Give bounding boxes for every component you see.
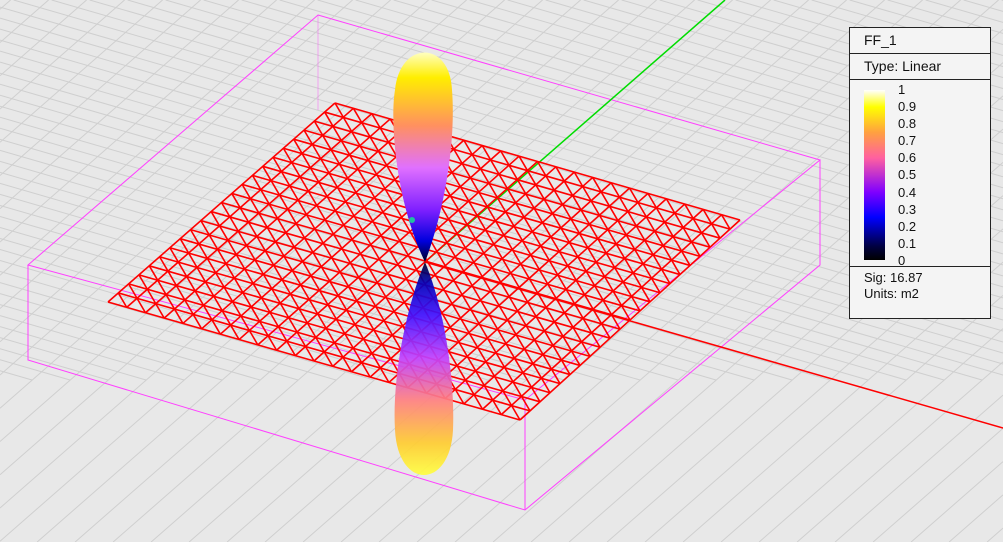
legend-tick: 1 <box>898 82 906 97</box>
grid-line <box>0 0 87 77</box>
lower-lobe <box>394 262 454 475</box>
legend-tick: 0.9 <box>898 99 917 115</box>
legend-tick: 0.6 <box>898 150 917 166</box>
legend-scale: 1 0.9 0.8 0.7 0.6 0.5 0.4 0.3 0.2 0.1 0 <box>850 80 990 269</box>
grid-line <box>0 370 33 381</box>
legend-title: FF_1 <box>850 28 990 54</box>
grid-line <box>796 361 1003 542</box>
mesh-edge <box>200 220 278 351</box>
mesh-edge <box>555 166 641 312</box>
colour-legend[interactable]: FF_1 Type: Linear 1 0.9 0.8 0.7 0.6 0.5 0.4 0.3… <box>849 27 991 319</box>
legend-tick: 0.7 <box>898 133 917 149</box>
grid-line <box>925 0 1003 23</box>
legend-tick: 0.2 <box>898 218 917 234</box>
grid-line <box>0 0 429 376</box>
legend-sig: Sig: 16.87 <box>864 270 923 285</box>
legend-tick: 0.3 <box>898 201 917 217</box>
grid-line <box>834 394 1003 542</box>
legend-units: Units: m2 <box>864 286 919 301</box>
grid-line <box>264 0 885 542</box>
grid-line <box>720 294 1003 542</box>
legend-tick: 0.4 <box>898 184 917 200</box>
legend-ticks: 1 0.9 0.8 0.7 0.6 0.5 0.4 0.3 0.2 0.1 0 <box>898 81 916 269</box>
legend-tick: 0 <box>898 252 906 268</box>
grid-line <box>0 260 413 381</box>
legend-tick: 0.8 <box>898 116 917 132</box>
legend-tick: 0.5 <box>898 167 917 183</box>
grid-line <box>0 0 239 210</box>
grid-line <box>0 0 619 542</box>
legend-type: Type: Linear <box>850 54 990 80</box>
origin-marker <box>409 217 415 223</box>
colour-bar <box>864 90 885 260</box>
grid-line <box>872 427 1003 542</box>
mesh-edge <box>573 171 651 303</box>
grid-line <box>36 0 657 542</box>
grid-line <box>0 304 261 381</box>
grid-line <box>910 461 1003 542</box>
grid-line <box>758 328 1003 542</box>
grid-line <box>986 527 1003 542</box>
grid-line <box>302 0 923 542</box>
legend-tick: 0.1 <box>898 235 917 251</box>
